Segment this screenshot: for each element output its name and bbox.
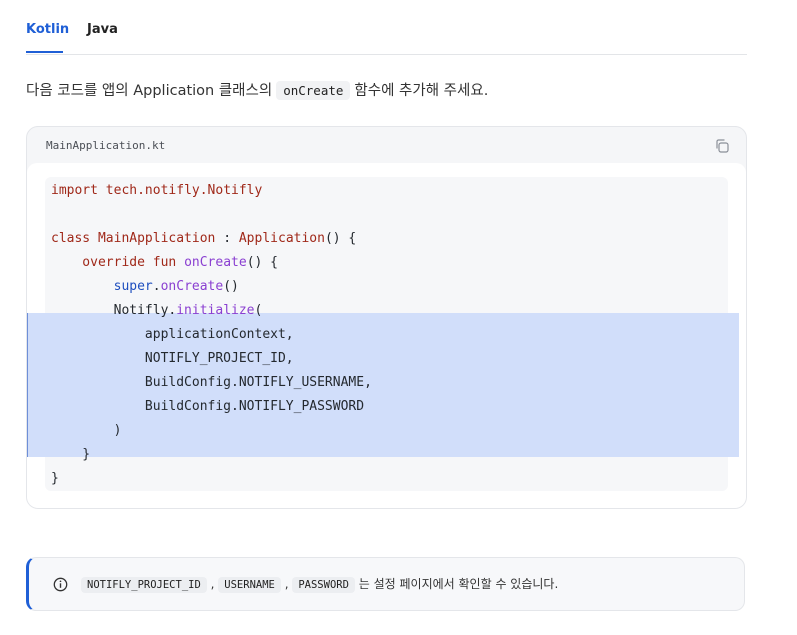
tab-kotlin[interactable]: Kotlin bbox=[26, 22, 69, 37]
info-callout: NOTIFLY_PROJECT_ID , USERNAME , PASSWORD… bbox=[26, 557, 745, 611]
info-message: 는 설정 페이지에서 확인할 수 있습니다. bbox=[358, 577, 559, 591]
code-filename: MainApplication.kt bbox=[46, 139, 166, 152]
code-line: super.onCreate() bbox=[113, 279, 239, 294]
intro-after: 함수에 추가해 주세요. bbox=[354, 83, 489, 99]
code-line: applicationContext, bbox=[51, 327, 294, 342]
active-tab-indicator bbox=[26, 51, 63, 53]
code-line: class MainApplication : Application() { bbox=[51, 231, 357, 246]
code-line: NOTIFLY_PROJECT_ID, bbox=[51, 351, 294, 366]
info-separator: , bbox=[210, 577, 215, 591]
info-code-username: USERNAME bbox=[218, 577, 281, 593]
info-text: NOTIFLY_PROJECT_ID , USERNAME , PASSWORD… bbox=[81, 574, 558, 595]
info-code-password: PASSWORD bbox=[292, 577, 355, 593]
language-tabs: Kotlin Java bbox=[26, 14, 747, 55]
tab-java[interactable]: Java bbox=[87, 22, 118, 37]
code-area: import tech.notifly.Notifly class MainApp… bbox=[27, 177, 739, 491]
info-icon bbox=[53, 577, 68, 592]
code-line: BuildConfig.NOTIFLY_PASSWORD bbox=[51, 399, 365, 414]
code-line: import tech.notifly.Notifly bbox=[51, 183, 263, 198]
code-line: Notifly.initialize( bbox=[51, 303, 263, 318]
copy-icon[interactable] bbox=[714, 138, 730, 154]
code-block: MainApplication.kt import tech.notifly.N… bbox=[26, 126, 747, 509]
inline-code-oncreate: onCreate bbox=[276, 81, 351, 100]
info-separator: , bbox=[284, 577, 289, 591]
code-line: ) bbox=[51, 423, 122, 438]
info-code-project-id: NOTIFLY_PROJECT_ID bbox=[81, 577, 207, 593]
intro-text: 다음 코드를 앱의 Application 클래스의 onCreate 함수에 추가… bbox=[26, 80, 488, 102]
code-body: import tech.notifly.Notifly class MainApp… bbox=[27, 163, 746, 508]
intro-before: 다음 코드를 앱의 Application 클래스의 bbox=[26, 83, 273, 99]
code-line: override fun onCreate() { bbox=[51, 255, 278, 270]
code-line: } bbox=[51, 471, 59, 486]
code-line: BuildConfig.NOTIFLY_USERNAME, bbox=[51, 375, 372, 390]
code-line: } bbox=[51, 447, 91, 462]
